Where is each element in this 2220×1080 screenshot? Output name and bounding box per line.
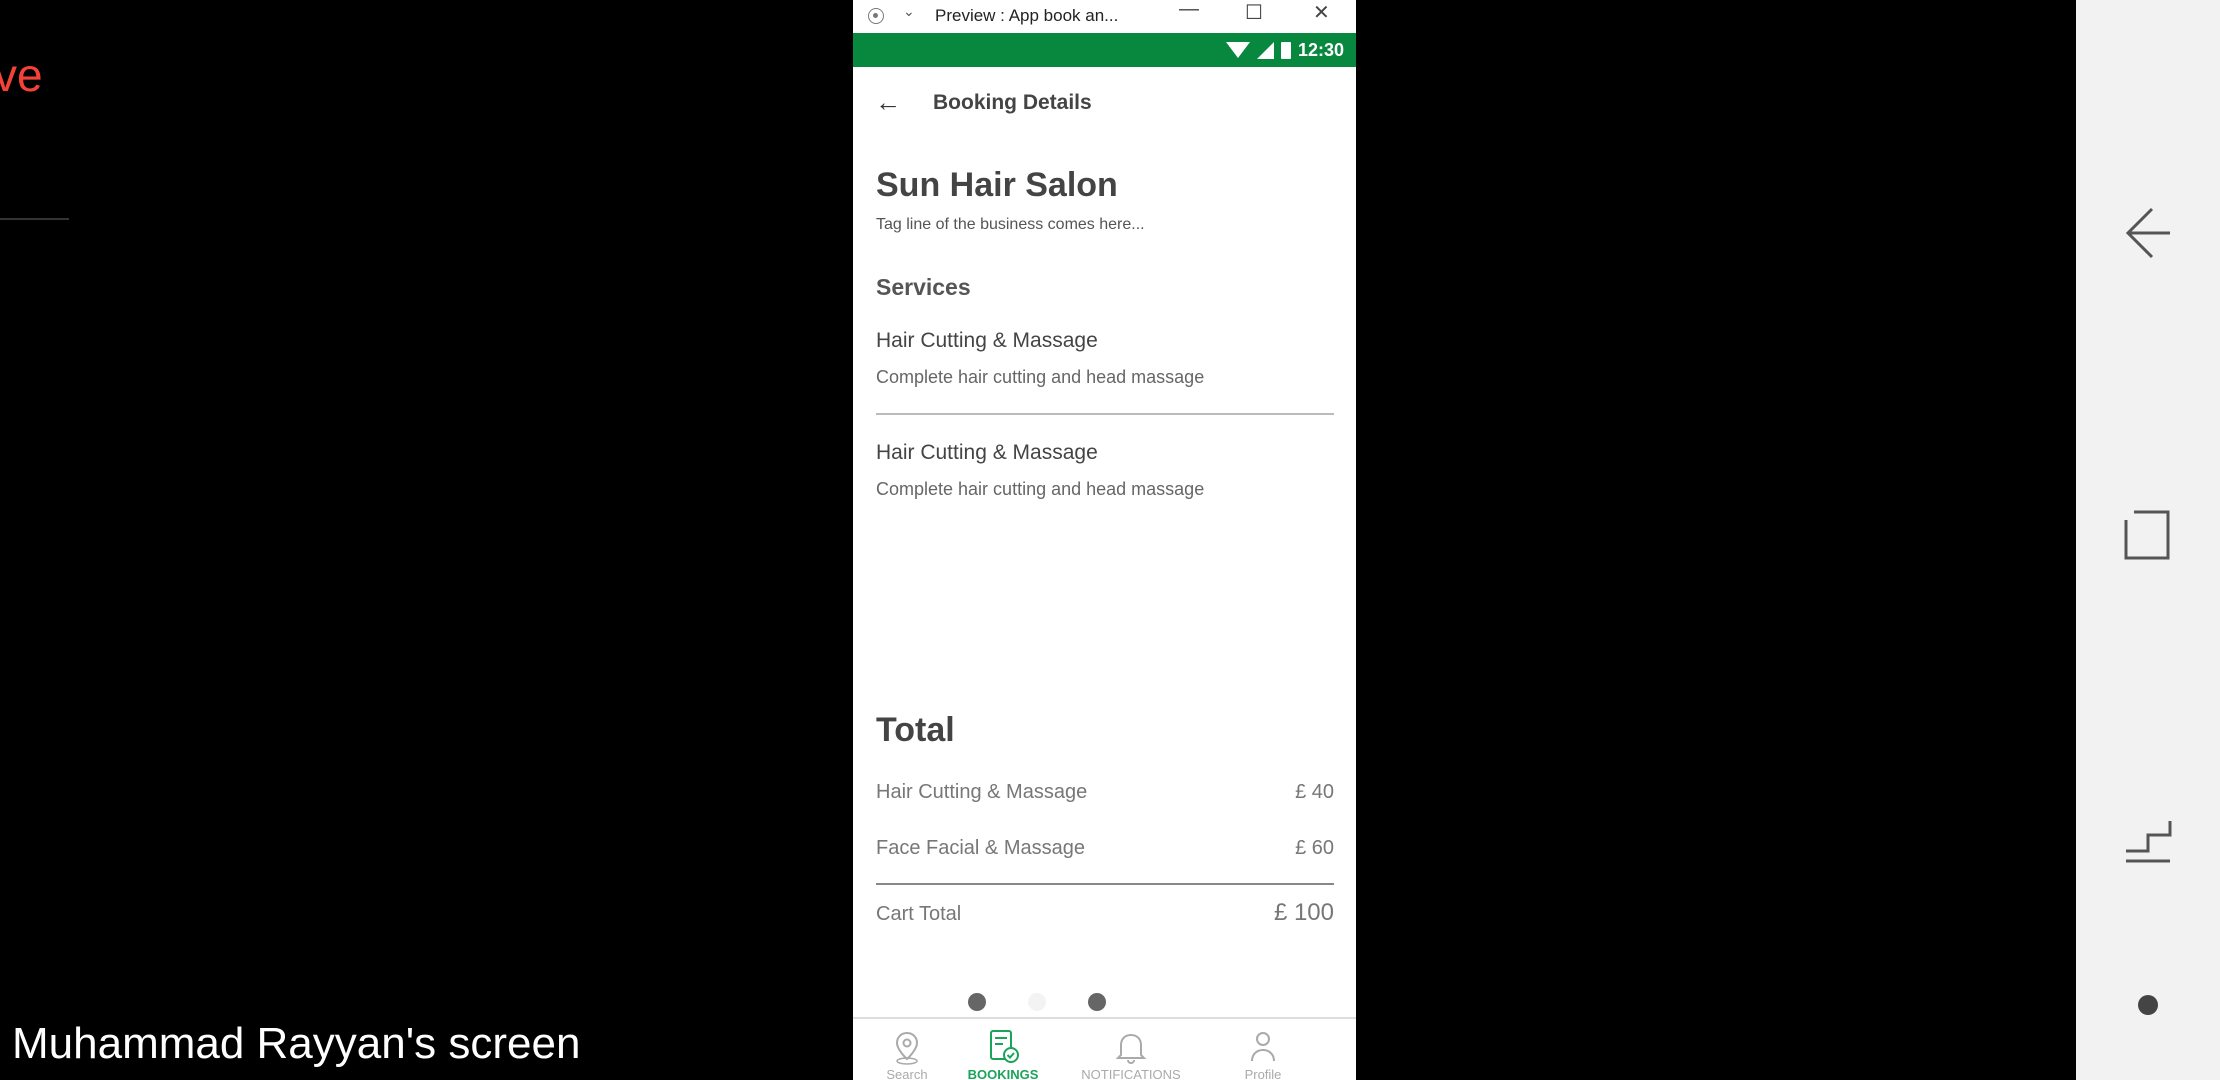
back-icon[interactable] — [2122, 205, 2174, 261]
nav-profile[interactable]: Profile — [1228, 1019, 1298, 1080]
chevron-down-icon[interactable]: ⌄ — [903, 3, 915, 20]
nav-search[interactable]: Search — [873, 1019, 941, 1080]
left-partial-text: ve — [0, 49, 43, 101]
cart-total-row: Cart Total £ 100 — [876, 899, 1334, 927]
business-name: Sun Hair Salon — [876, 166, 1118, 204]
nav-label: NOTIFICATIONS — [1081, 1067, 1181, 1080]
window-titlebar: ⌄ Preview : App book an... — ☐ ✕ — [853, 0, 1356, 33]
minimize-button[interactable]: — — [1179, 0, 1199, 21]
cart-total-value: £ 100 — [1273, 899, 1334, 926]
nav-label: Profile — [1244, 1067, 1282, 1080]
record-icon[interactable] — [868, 8, 884, 24]
page-dot[interactable] — [1088, 993, 1106, 1011]
total-item-label: Face Facial & Massage — [876, 837, 1085, 859]
cart-total-label: Cart Total — [876, 903, 962, 925]
page-title: Booking Details — [933, 91, 1092, 114]
divider — [876, 413, 1334, 415]
page-dot[interactable] — [968, 993, 986, 1011]
page-dot[interactable] — [1028, 993, 1046, 1011]
maximize-button[interactable]: ☐ — [1245, 0, 1263, 25]
total-item-price: £ 60 — [1295, 837, 1334, 859]
back-arrow-icon[interactable]: ← — [875, 89, 901, 115]
service-name: Hair Cutting & Massage — [876, 441, 1098, 464]
total-divider — [876, 883, 1334, 885]
user-icon — [1251, 1032, 1275, 1062]
service-description: Complete hair cutting and head massage — [876, 367, 1205, 387]
total-heading: Total — [876, 711, 955, 749]
app-header: ← Booking Details — [853, 67, 1356, 141]
close-button[interactable]: ✕ — [1313, 0, 1330, 25]
android-navigation-bar — [2076, 0, 2220, 1080]
battery-icon — [1280, 41, 1291, 59]
app-screen: ← Booking Details Sun Hair Salon Tag lin… — [853, 67, 1356, 1080]
total-item-label: Hair Cutting & Massage — [876, 781, 1088, 803]
nav-notifications[interactable]: NOTIFICATIONS — [1071, 1019, 1191, 1080]
indicator-dot-icon — [2138, 995, 2158, 1015]
bottom-navigation: Search BOOKINGS NOTIFICATIONS Profile — [853, 1017, 1356, 1080]
home-icon[interactable] — [2122, 815, 2174, 871]
service-item[interactable]: Hair Cutting & Massage Complete hair cut… — [876, 441, 1334, 500]
signal-icon — [1256, 41, 1274, 59]
service-name: Hair Cutting & Massage — [876, 329, 1098, 352]
device-statusbar: 12:30 — [853, 33, 1356, 67]
wifi-icon — [1225, 42, 1250, 58]
status-time: 12:30 — [1297, 39, 1344, 60]
service-description: Complete hair cutting and head massage — [876, 479, 1205, 499]
preview-window: ⌄ Preview : App book an... — ☐ ✕ 12:30 ←… — [853, 0, 1356, 1080]
page-indicator — [853, 993, 1356, 1013]
nav-bookings[interactable]: BOOKINGS — [963, 1019, 1043, 1080]
nav-label: Search — [886, 1067, 928, 1080]
window-title: Preview : App book an... — [935, 6, 1119, 25]
total-item-price: £ 40 — [1295, 781, 1334, 803]
total-line-item: Hair Cutting & Massage £ 40 — [876, 781, 1334, 804]
services-heading: Services — [876, 274, 971, 300]
nav-label: BOOKINGS — [967, 1067, 1039, 1080]
screen-share-label: Muhammad Rayyan's screen — [12, 1019, 581, 1068]
bookings-icon — [990, 1030, 1019, 1063]
business-tagline: Tag line of the business comes here... — [876, 216, 1145, 233]
left-divider — [0, 218, 69, 220]
service-item[interactable]: Hair Cutting & Massage Complete hair cut… — [876, 329, 1334, 388]
recent-apps-icon[interactable] — [2122, 508, 2174, 564]
map-pin-icon — [895, 1031, 919, 1065]
total-line-item: Face Facial & Massage £ 60 — [876, 837, 1334, 860]
bell-icon — [1115, 1033, 1147, 1065]
